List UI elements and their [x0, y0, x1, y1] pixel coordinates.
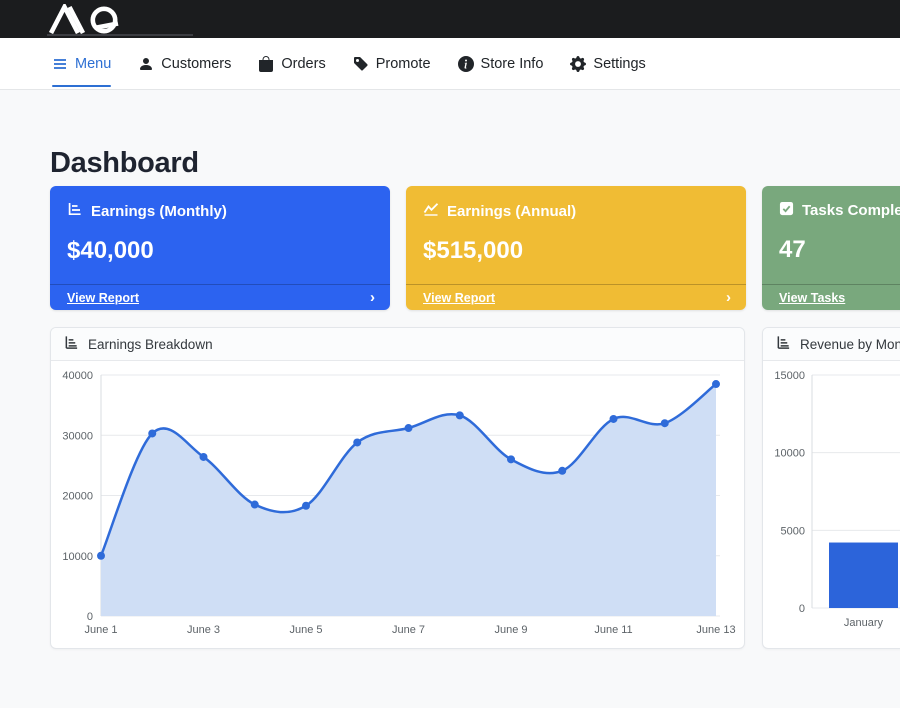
nav-label: Orders: [281, 56, 325, 72]
nav-label: Promote: [376, 56, 431, 72]
svg-text:January: January: [844, 617, 884, 629]
svg-text:10000: 10000: [62, 551, 93, 563]
nav-label: Store Info: [481, 56, 544, 72]
view-report-link[interactable]: View Report: [423, 291, 495, 305]
svg-text:30000: 30000: [62, 430, 93, 442]
aq-logo-icon: [48, 4, 136, 34]
main-navbar: Menu Customers Orders Promote Store Info…: [0, 38, 900, 90]
card-footer: View Report ›: [50, 284, 390, 310]
earnings-breakdown-chart: 0 10000 20000 30000 40000 June 1 June 3 June 5 J…: [51, 361, 744, 649]
svg-text:June 3: June 3: [187, 624, 220, 636]
info-circle-icon: [458, 56, 474, 72]
chevron-right-icon[interactable]: ›: [726, 290, 731, 305]
page-content: Dashboard Earnings (Monthly) $40,000 Vie…: [0, 147, 900, 649]
earnings-breakdown-card: Earnings Breakdown 0 10000 20000 30000 40000…: [50, 327, 745, 649]
bar-chart-svg: 0 5000 10000 15000 January: [763, 361, 900, 649]
svg-text:June 9: June 9: [494, 624, 527, 636]
svg-text:June 13: June 13: [696, 624, 735, 636]
area-chart-svg: 0 10000 20000 30000 40000 June 1 June 3 June 5 J…: [51, 361, 744, 649]
tag-icon: [353, 56, 369, 72]
svg-text:June 7: June 7: [392, 624, 425, 636]
logo-underline: [47, 34, 193, 36]
nav-item-store-info[interactable]: Store Info: [458, 38, 544, 89]
nav-item-settings[interactable]: Settings: [570, 38, 645, 89]
nav-item-menu[interactable]: Menu: [52, 38, 111, 89]
check-square-icon: [779, 201, 794, 220]
chart-title: Earnings Breakdown: [88, 337, 213, 352]
chart-card-header: Revenue by Month: [763, 328, 900, 361]
svg-text:10000: 10000: [774, 448, 805, 460]
tasks-completed-card: Tasks Completed 47 View Tasks ›: [762, 186, 900, 310]
gear-icon: [570, 56, 586, 72]
chart-bars-icon: [64, 335, 79, 353]
nav-item-orders[interactable]: Orders: [258, 38, 325, 89]
revenue-by-month-chart: 0 5000 10000 15000 January: [763, 361, 900, 649]
stat-card-title: Tasks Completed: [802, 202, 900, 219]
stat-card-value: $40,000: [67, 237, 373, 265]
stat-cards-row: Earnings (Monthly) $40,000 View Report ›…: [50, 186, 900, 310]
chart-card-header: Earnings Breakdown: [51, 328, 744, 361]
bar-chart-icon: [67, 201, 83, 221]
charts-row: Earnings Breakdown 0 10000 20000 30000 40000…: [50, 327, 900, 649]
nav-label: Customers: [161, 56, 231, 72]
earnings-annual-card: Earnings (Annual) $515,000 View Report ›: [406, 186, 746, 310]
view-report-link[interactable]: View Report: [67, 291, 139, 305]
chart-title: Revenue by Month: [800, 337, 900, 352]
nav-label: Settings: [593, 56, 645, 72]
svg-text:0: 0: [87, 611, 93, 623]
page-title: Dashboard: [50, 147, 900, 180]
person-icon: [138, 56, 154, 72]
card-footer: View Tasks ›: [762, 284, 900, 310]
svg-text:15000: 15000: [774, 370, 805, 382]
nav-label: Menu: [75, 56, 111, 72]
view-tasks-link[interactable]: View Tasks: [779, 291, 845, 305]
earnings-monthly-card: Earnings (Monthly) $40,000 View Report ›: [50, 186, 390, 310]
svg-text:40000: 40000: [62, 370, 93, 382]
svg-text:June 1: June 1: [84, 624, 117, 636]
svg-text:20000: 20000: [62, 491, 93, 503]
revenue-by-month-card: Revenue by Month 0 5000 10000 15000 January: [762, 327, 900, 649]
hamburger-icon: [52, 56, 68, 72]
chart-bars-icon: [776, 335, 791, 353]
nav-item-promote[interactable]: Promote: [353, 38, 431, 89]
stat-card-value: $515,000: [423, 237, 729, 265]
svg-text:5000: 5000: [781, 525, 805, 537]
stat-card-title: Earnings (Annual): [447, 203, 576, 220]
bag-icon: [258, 56, 274, 72]
svg-text:June 5: June 5: [289, 624, 322, 636]
stat-card-title: Earnings (Monthly): [91, 203, 227, 220]
svg-text:June 11: June 11: [594, 624, 632, 636]
svg-text:0: 0: [799, 603, 805, 615]
chevron-right-icon[interactable]: ›: [370, 290, 375, 305]
nav-item-customers[interactable]: Customers: [138, 38, 231, 89]
line-chart-icon: [423, 201, 439, 221]
card-footer: View Report ›: [406, 284, 746, 310]
top-app-bar: [0, 0, 900, 38]
stat-card-value: 47: [779, 236, 900, 264]
